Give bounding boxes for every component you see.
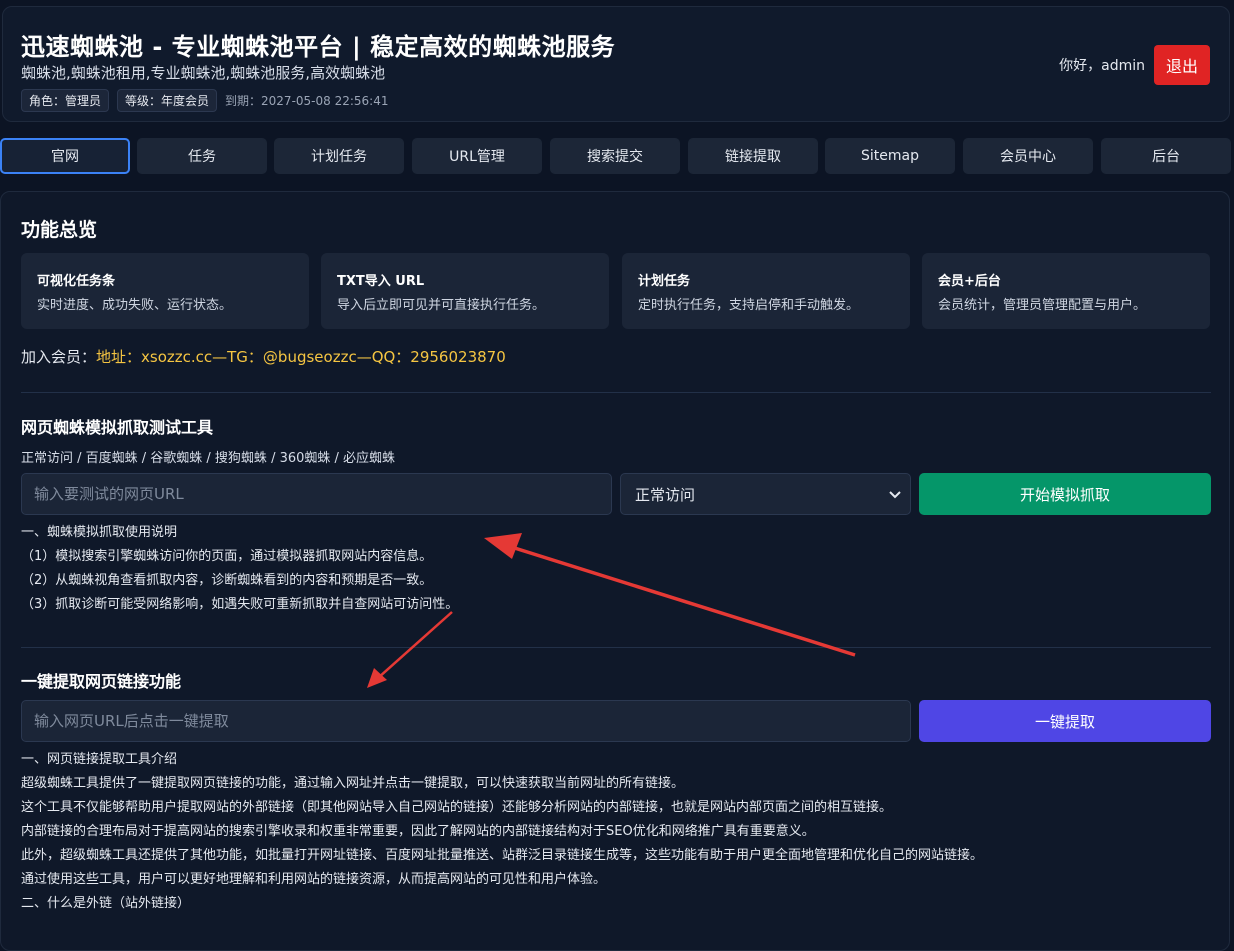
instruction-line: 一、蜘蛛模拟抓取使用说明 xyxy=(21,525,178,540)
divider xyxy=(21,392,1211,393)
intro-line: 内部链接的合理布局对于提高网站的搜索引擎收录和权重非常重要，因此了解网站的内部链… xyxy=(21,824,815,839)
main-nav: 官网 任务 计划任务 URL管理 搜索提交 链接提取 Sitemap 会员中心 … xyxy=(0,138,1234,176)
feature-card-title: 会员+后台 xyxy=(938,274,1001,289)
join-member-line: 加入会员：地址：xsozzc.cc—TG：@bugseozzc—QQ：29560… xyxy=(21,346,506,367)
nav-tab-search-submit[interactable]: 搜索提交 xyxy=(550,138,680,174)
instruction-line: （3）抓取诊断可能受网络影响，如遇失败可重新抓取并自查网站可访问性。 xyxy=(21,597,459,612)
join-label: 加入会员： xyxy=(21,348,97,366)
nav-tab-link-extract[interactable]: 链接提取 xyxy=(688,138,818,174)
feature-card-title: 可视化任务条 xyxy=(37,274,116,289)
expire-date: 到期：2027-05-08 22:56:41 xyxy=(225,94,389,108)
intro-line: 此外，超级蜘蛛工具还提供了其他功能，如批量打开网址链接、百度网址批量推送、站群泛… xyxy=(21,848,984,863)
crawl-instructions: 一、蜘蛛模拟抓取使用说明 （1）模拟搜索引擎蜘蛛访问你的页面，通过模拟器抓取网站… xyxy=(21,521,458,617)
link-tool-title: 一键提取网页链接功能 xyxy=(21,672,182,691)
extract-url-input[interactable] xyxy=(21,700,911,742)
crawl-tool-title: 网页蜘蛛模拟抓取测试工具 xyxy=(21,418,214,437)
main-panel: 功能总览 可视化任务条 实时进度、成功失败、运行状态。 TXT导入 URL 导入… xyxy=(0,191,1230,951)
divider xyxy=(21,647,1211,648)
user-badges: 角色：管理员 等级：年度会员 到期：2027-05-08 22:56:41 xyxy=(21,89,388,112)
feature-card-title: TXT导入 URL xyxy=(337,274,425,289)
feature-card-desc: 会员统计，管理员管理配置与用户。 xyxy=(938,298,1147,313)
join-contact: 地址：xsozzc.cc—TG：@bugseozzc—QQ：2956023870 xyxy=(96,348,506,366)
extract-links-button[interactable]: 一键提取 xyxy=(919,700,1211,742)
overview-title: 功能总览 xyxy=(21,219,98,241)
site-keywords: 蜘蛛池,蜘蛛池租用,专业蜘蛛池,蜘蛛池服务,高效蜘蛛池 xyxy=(21,64,386,82)
nav-tab-member-center[interactable]: 会员中心 xyxy=(963,138,1093,174)
feature-card: 会员+后台 会员统计，管理员管理配置与用户。 xyxy=(922,253,1210,329)
intro-line: 这个工具不仅能够帮助用户提取网站的外部链接（即其他网站导入自己网站的链接）还能够… xyxy=(21,800,893,815)
instruction-line: （2）从蜘蛛视角查看抓取内容，诊断蜘蛛看到的内容和预期是否一致。 xyxy=(21,573,433,588)
site-title: 迅速蜘蛛池 - 专业蜘蛛池平台 | 稳定高效的蜘蛛池服务 xyxy=(21,33,616,61)
nav-tab-tasks[interactable]: 任务 xyxy=(137,138,267,174)
intro-line: 通过使用这些工具，用户可以更好地理解和利用网站的链接资源，从而提高网站的可见性和… xyxy=(21,872,607,887)
spider-modes: 正常访问 / 百度蜘蛛 / 谷歌蜘蛛 / 搜狗蜘蛛 / 360蜘蛛 / 必应蜘蛛 xyxy=(21,451,396,466)
start-crawl-button[interactable]: 开始模拟抓取 xyxy=(919,473,1211,515)
link-tool-intro: 一、网页链接提取工具介绍 超级蜘蛛工具提供了一键提取网页链接的功能，通过输入网址… xyxy=(21,748,983,916)
intro-line: 超级蜘蛛工具提供了一键提取网页链接的功能，通过输入网址并点击一键提取，可以快速获… xyxy=(21,776,685,791)
feature-card-desc: 定时执行任务，支持启停和手动触发。 xyxy=(638,298,860,313)
chevron-down-icon xyxy=(889,491,901,499)
level-badge: 等级：年度会员 xyxy=(117,89,218,112)
nav-tab-sitemap[interactable]: Sitemap xyxy=(825,138,955,174)
intro-line: 二、什么是外链（站外链接） xyxy=(21,896,191,911)
intro-line: 一、网页链接提取工具介绍 xyxy=(21,752,178,767)
nav-tab-scheduled-tasks[interactable]: 计划任务 xyxy=(274,138,404,174)
logout-button[interactable]: 退出 xyxy=(1154,45,1210,85)
feature-cards: 可视化任务条 实时进度、成功失败、运行状态。 TXT导入 URL 导入后立即可见… xyxy=(21,253,1211,329)
nav-tab-home[interactable]: 官网 xyxy=(0,138,130,174)
nav-tab-url-management[interactable]: URL管理 xyxy=(412,138,542,174)
crawl-url-input[interactable] xyxy=(21,473,612,515)
feature-card: 计划任务 定时执行任务，支持启停和手动触发。 xyxy=(622,253,910,329)
spider-mode-value: 正常访问 xyxy=(635,485,696,504)
feature-card: TXT导入 URL 导入后立即可见并可直接执行任务。 xyxy=(321,253,609,329)
feature-card-desc: 实时进度、成功失败、运行状态。 xyxy=(37,298,233,313)
spider-mode-select[interactable]: 正常访问 xyxy=(620,473,911,515)
nav-tab-admin[interactable]: 后台 xyxy=(1101,138,1231,174)
feature-card: 可视化任务条 实时进度、成功失败、运行状态。 xyxy=(21,253,309,329)
feature-card-title: 计划任务 xyxy=(638,274,691,289)
instruction-line: （1）模拟搜索引擎蜘蛛访问你的页面，通过模拟器抓取网站内容信息。 xyxy=(21,549,433,564)
feature-card-desc: 导入后立即可见并可直接执行任务。 xyxy=(337,298,546,313)
header: 迅速蜘蛛池 - 专业蜘蛛池平台 | 稳定高效的蜘蛛池服务 蜘蛛池,蜘蛛池租用,专… xyxy=(2,6,1230,122)
role-badge: 角色：管理员 xyxy=(21,89,110,112)
user-greeting: 你好，admin xyxy=(1059,58,1145,74)
